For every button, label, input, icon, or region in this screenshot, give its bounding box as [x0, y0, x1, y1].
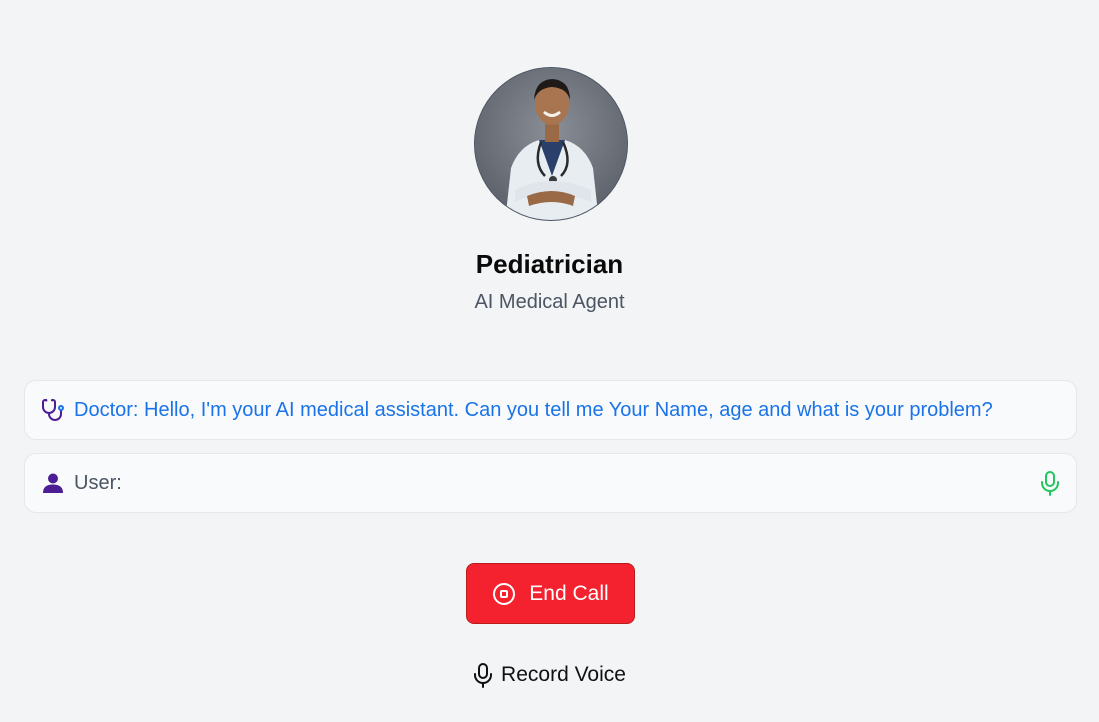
- user-label: User:: [74, 471, 122, 494]
- end-call-label: End Call: [529, 581, 609, 605]
- doctor-message-card: Doctor: Hello, I'm your AI medical assis…: [24, 380, 1077, 440]
- record-voice-label: Record Voice: [501, 663, 626, 686]
- user-icon: [40, 470, 66, 496]
- doctor-message-text: Doctor: Hello, I'm your AI medical assis…: [74, 398, 993, 421]
- doctor-avatar: [474, 67, 628, 221]
- agent-role: AI Medical Agent: [474, 291, 625, 313]
- microphone-icon: [1038, 470, 1062, 496]
- user-message-card: User:: [24, 453, 1077, 513]
- stop-circle-icon: [492, 582, 516, 606]
- record-voice-button[interactable]: Record Voice: [0, 662, 1099, 688]
- end-call-button[interactable]: End Call: [466, 563, 635, 624]
- call-screen: Pediatrician AI Medical Agent Doctor: He…: [0, 0, 1099, 722]
- microphone-icon: [473, 662, 493, 688]
- agent-name: Pediatrician: [475, 249, 624, 279]
- stethoscope-icon: [40, 397, 66, 423]
